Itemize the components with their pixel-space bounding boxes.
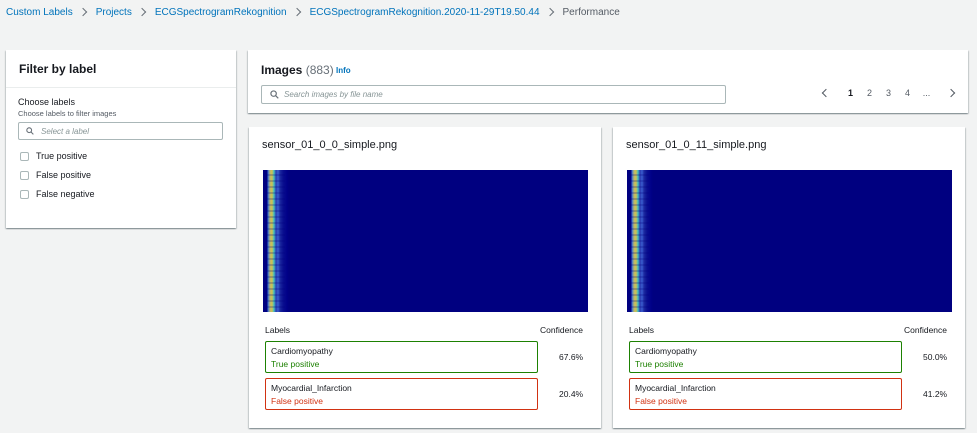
breadcrumb-projects[interactable]: Projects [96, 7, 132, 18]
search-icon [26, 127, 34, 135]
label-result: Cardiomyopathy True positive [265, 341, 538, 373]
pagination: 1 2 3 4 ... [821, 88, 956, 98]
chevron-right-icon [78, 7, 87, 17]
page-ellipsis: ... [922, 88, 931, 98]
label-select[interactable]: Select a label [18, 122, 223, 140]
label-name: Myocardial_Infarction [635, 383, 716, 393]
page-1[interactable]: 1 [841, 88, 860, 98]
image-filename: sensor_01_0_0_simple.png [262, 139, 398, 151]
page-4[interactable]: 4 [898, 88, 917, 98]
breadcrumb-project[interactable]: ECGSpectrogramRekognition [155, 7, 287, 18]
label-name: Myocardial_Infarction [271, 383, 352, 393]
chevron-right-icon [545, 7, 554, 17]
label-name: Cardiomyopathy [271, 346, 333, 356]
images-heading: Images (883) [261, 63, 334, 77]
search-icon [270, 90, 279, 99]
confidence-header: Confidence [540, 325, 584, 335]
label-status: False positive [635, 396, 687, 406]
filter-option-false-positive[interactable]: False positive [18, 170, 224, 180]
label-status: False positive [271, 396, 323, 406]
breadcrumb-model[interactable]: ECGSpectrogramRekognition.2020-11-29T19.… [310, 7, 540, 18]
spectrogram-image [627, 170, 952, 312]
chevron-right-icon [292, 7, 301, 17]
image-filename: sensor_01_0_11_simple.png [626, 139, 767, 151]
image-card: sensor_01_0_11_simple.png Labels Confide… [613, 127, 965, 428]
checkbox[interactable] [20, 189, 29, 199]
label-result: Cardiomyopathy True positive [629, 341, 902, 373]
label-name: Cardiomyopathy [635, 346, 697, 356]
confidence-value: 41.2% [923, 389, 948, 399]
label-status: True positive [635, 359, 684, 369]
filter-option-false-negative[interactable]: False negative [18, 189, 224, 199]
chevron-right-icon [137, 7, 147, 17]
chevron-right-icon[interactable] [946, 88, 956, 98]
confidence-value: 50.0% [923, 352, 948, 362]
filter-option-label: True positive [36, 151, 88, 161]
label-status: True positive [271, 359, 320, 369]
images-count: (883) [305, 63, 334, 77]
confidence-header: Confidence [904, 325, 948, 335]
image-search-input[interactable]: Search images by file name [261, 85, 726, 104]
filter-panel: Filter by label Choose labels Choose lab… [6, 50, 236, 228]
confidence-value: 67.6% [559, 352, 584, 362]
labels-header: Labels [629, 325, 655, 335]
label-result: Myocardial_Infarction False positive [265, 378, 538, 410]
breadcrumb-current: Performance [562, 6, 620, 18]
filter-title: Filter by label [6, 50, 236, 88]
page-2[interactable]: 2 [860, 88, 879, 98]
checkbox[interactable] [20, 170, 29, 180]
checkbox[interactable] [20, 151, 29, 161]
images-panel: Images (883) Info Search images by file … [248, 50, 968, 113]
label-result: Myocardial_Infarction False positive [629, 378, 902, 410]
breadcrumb-custom-labels[interactable]: Custom Labels [6, 7, 73, 18]
confidence-value: 20.4% [559, 389, 584, 399]
choose-labels-title: Choose labels [18, 97, 76, 107]
label-select-placeholder: Select a label [41, 127, 90, 136]
images-title: Images [261, 63, 303, 77]
labels-header: Labels [265, 325, 291, 335]
choose-labels-description: Choose labels to filter images [18, 109, 117, 118]
spectrogram-image [263, 170, 588, 312]
filter-option-true-positive[interactable]: True positive [18, 151, 224, 161]
image-search-placeholder: Search images by file name [284, 90, 383, 99]
page-3[interactable]: 3 [879, 88, 898, 98]
filter-option-label: False negative [36, 189, 95, 199]
image-card: sensor_01_0_0_simple.png Labels Confiden… [249, 127, 601, 428]
breadcrumb: Custom Labels Projects ECGSpectrogramRek… [6, 6, 620, 18]
filter-option-label: False positive [36, 170, 92, 180]
info-link[interactable]: Info [336, 66, 351, 75]
chevron-left-icon[interactable] [821, 88, 831, 98]
